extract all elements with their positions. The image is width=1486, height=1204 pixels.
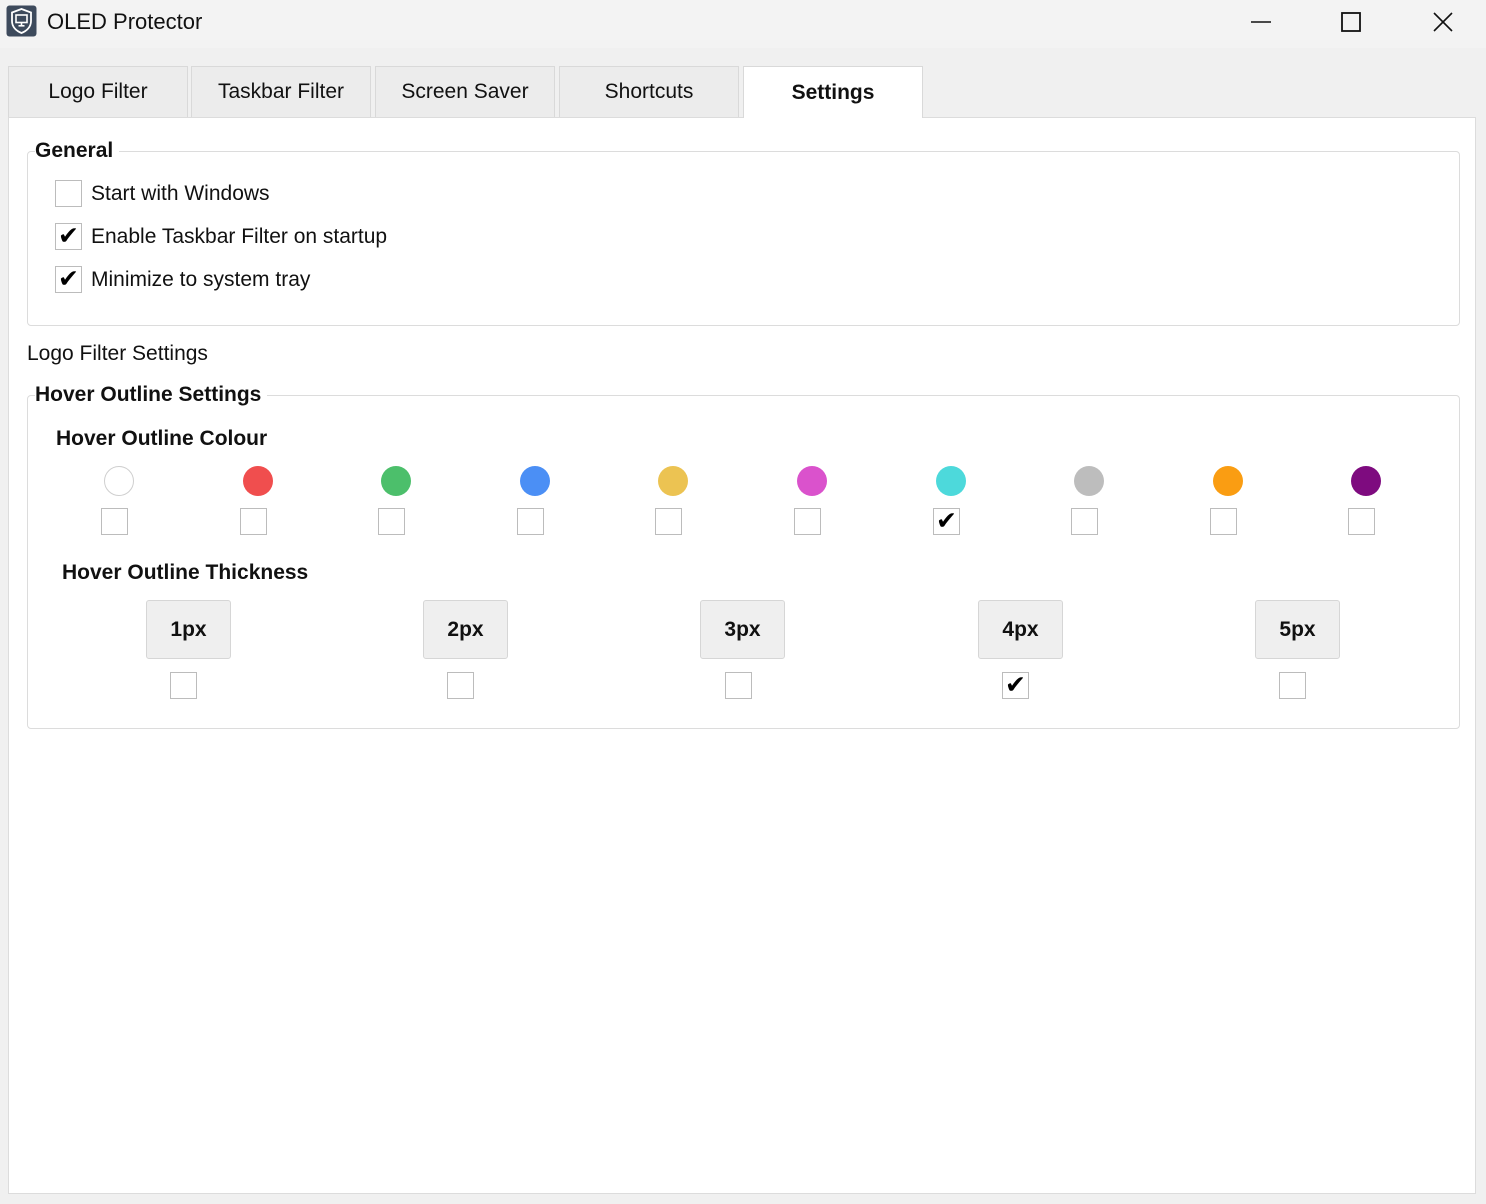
- logo-filter-settings-title: Logo Filter Settings: [27, 342, 208, 365]
- tab-logo-filter[interactable]: Logo Filter: [8, 66, 188, 117]
- enable-taskbar-filter-label: Enable Taskbar Filter on startup: [91, 224, 388, 248]
- colour-checkbox-red[interactable]: [240, 508, 267, 535]
- tab-taskbar-filter[interactable]: Taskbar Filter: [191, 66, 371, 117]
- hover-outline-title: Hover Outline Settings: [35, 383, 268, 407]
- window-title: OLED Protector: [47, 9, 203, 34]
- colour-checkbox-grey[interactable]: [1071, 508, 1098, 535]
- thickness-4px-button[interactable]: 4px: [978, 600, 1063, 659]
- thickness-2px-checkbox[interactable]: [447, 672, 474, 699]
- start-with-windows-label: Start with Windows: [91, 181, 270, 205]
- thickness-2px-button[interactable]: 2px: [423, 600, 508, 659]
- settings-panel: General Start with Windows Enable Taskba…: [8, 117, 1476, 1194]
- minimize-to-tray-option[interactable]: Minimize to system tray: [55, 262, 311, 296]
- minimize-button[interactable]: [1216, 0, 1306, 44]
- thickness-1px-checkbox[interactable]: [170, 672, 197, 699]
- tab-shortcuts[interactable]: Shortcuts: [559, 66, 739, 117]
- thickness-1px-button[interactable]: 1px: [146, 600, 231, 659]
- colour-swatch-white: [104, 466, 134, 496]
- minimize-icon: [1251, 21, 1271, 23]
- colour-checkbox-white[interactable]: [101, 508, 128, 535]
- enable-taskbar-filter-option[interactable]: Enable Taskbar Filter on startup: [55, 219, 388, 253]
- general-title: General: [35, 139, 120, 163]
- colour-swatch-red: [243, 466, 273, 496]
- close-button[interactable]: [1398, 0, 1486, 44]
- colour-swatch-pink: [797, 466, 827, 496]
- monitor-shield-icon: [6, 5, 37, 37]
- colour-swatch-yellow: [658, 466, 688, 496]
- colour-swatch-orange: [1213, 466, 1243, 496]
- colour-swatch-purple: [1351, 466, 1381, 496]
- minimize-to-tray-label: Minimize to system tray: [91, 267, 311, 291]
- tab-settings[interactable]: Settings: [743, 66, 923, 118]
- minimize-to-tray-checkbox[interactable]: [55, 262, 82, 296]
- hover-outline-thickness-title: Hover Outline Thickness: [62, 561, 309, 584]
- title-bar: OLED Protector: [0, 0, 1486, 48]
- tab-screen-saver[interactable]: Screen Saver: [375, 66, 555, 117]
- colour-checkbox-yellow[interactable]: [655, 508, 682, 535]
- colour-checkbox-pink[interactable]: [794, 508, 821, 535]
- colour-swatch-grey: [1074, 466, 1104, 496]
- colour-checkbox-purple[interactable]: [1348, 508, 1375, 535]
- start-with-windows-checkbox[interactable]: [55, 180, 82, 207]
- thickness-5px-button[interactable]: 5px: [1255, 600, 1340, 659]
- thickness-5px-checkbox[interactable]: [1279, 672, 1306, 699]
- hover-outline-colour-title: Hover Outline Colour: [56, 427, 268, 450]
- colour-swatch-blue: [520, 466, 550, 496]
- colour-checkbox-green[interactable]: [378, 508, 405, 535]
- thickness-4px-checkbox[interactable]: [1002, 668, 1029, 702]
- colour-checkbox-cyan[interactable]: [933, 504, 960, 538]
- colour-swatch-green: [381, 466, 411, 496]
- enable-taskbar-filter-checkbox[interactable]: [55, 219, 82, 253]
- thickness-3px-button[interactable]: 3px: [700, 600, 785, 659]
- close-icon: [1433, 12, 1453, 32]
- colour-checkbox-blue[interactable]: [517, 508, 544, 535]
- thickness-3px-checkbox[interactable]: [725, 672, 752, 699]
- maximize-button[interactable]: [1306, 0, 1396, 44]
- colour-checkbox-orange[interactable]: [1210, 508, 1237, 535]
- colour-swatch-cyan: [936, 466, 966, 496]
- maximize-icon: [1341, 12, 1361, 32]
- start-with-windows-option[interactable]: Start with Windows: [55, 180, 270, 207]
